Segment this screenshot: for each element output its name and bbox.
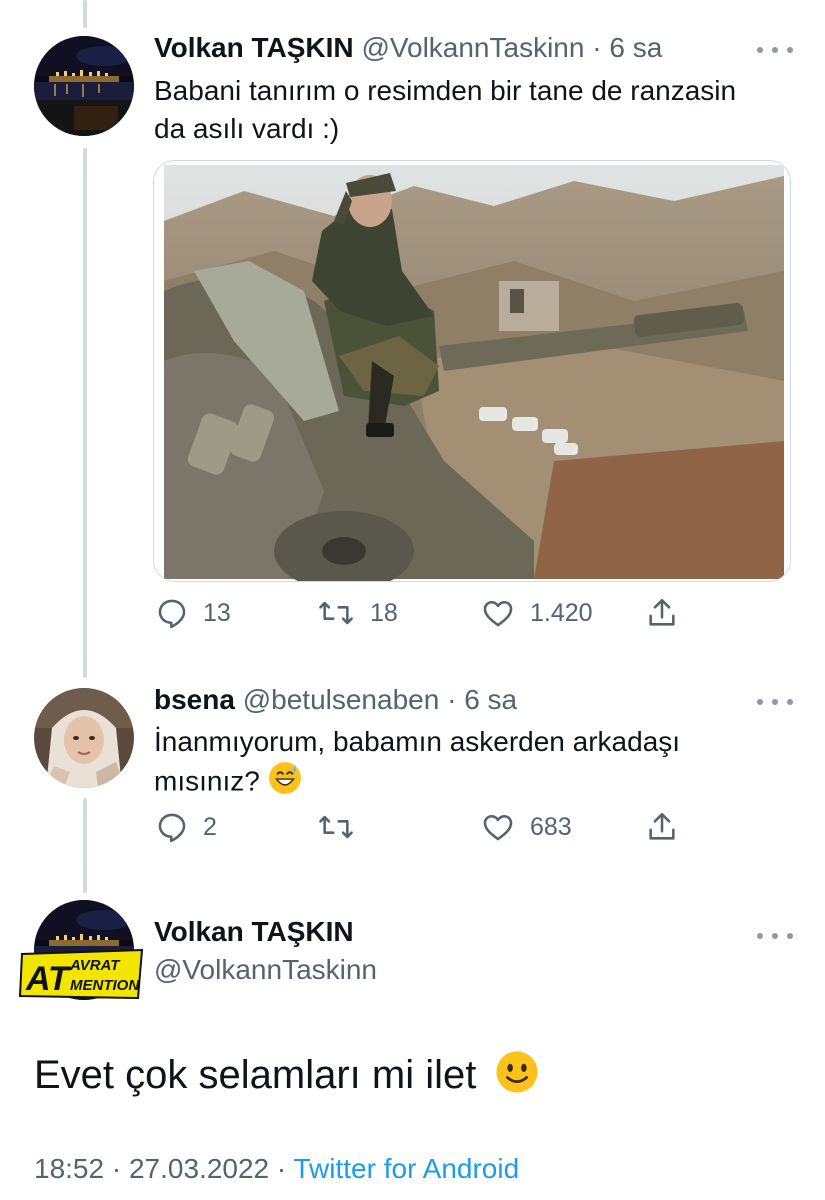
more-options-icon[interactable] [757,44,793,56]
share-icon [645,595,679,631]
tweet-time[interactable]: 18:52 [34,1153,104,1184]
share-button[interactable] [645,809,679,845]
separator: · [592,32,602,63]
tweet-header: Volkan TAŞKIN @VolkannTaskinn · 6 sa [154,32,662,64]
thread-line-2 [83,798,87,893]
tweet-photo[interactable] [153,160,791,582]
like-count: 683 [530,812,572,841]
thread-line-top [83,0,87,28]
reply-count: 2 [203,812,217,841]
reply-icon [155,596,189,630]
watermark-text: AT [25,960,72,998]
timestamp[interactable]: 6 sa [464,684,517,715]
avatar[interactable] [34,36,134,136]
tweet-text-fragment: Evet çok selamları mi ilet [34,1053,477,1098]
handle[interactable]: @betulsenaben [243,684,440,715]
retweet-button[interactable] [316,810,356,844]
grinning-sweat-emoji-icon [268,761,302,805]
retweet-icon [316,810,356,844]
like-button[interactable]: 683 [480,810,572,844]
tweet-header: bsena @betulsenaben · 6 sa [154,684,517,716]
heart-icon [480,596,516,630]
watermark-logo: AT AVRAT MENTION [18,948,146,1000]
display-name[interactable]: Volkan TAŞKIN [154,916,354,947]
reply-count: 13 [203,598,231,627]
main-tweet-text: Evet çok selamları mi ilet [34,1050,539,1105]
retweet-button[interactable]: 18 [316,596,398,630]
heart-icon [480,810,516,844]
thread-line-1 [83,148,87,678]
tweet-text: İnanmıyorum, babamın askerden arkadaşı m… [154,723,680,805]
separator: · [276,1153,287,1184]
tweet-meta: 18:52 · 27.03.2022 · Twitter for Android [34,1153,519,1185]
handle[interactable]: @VolkannTaskinn [361,32,584,63]
display-name[interactable]: bsena [154,684,235,715]
main-tweet-name: Volkan TAŞKIN [154,916,354,948]
separator: · [447,684,457,715]
tweet-date[interactable]: 27.03.2022 [129,1153,269,1184]
avatar[interactable] [34,688,134,788]
smiling-face-emoji-icon [495,1050,539,1105]
tweet-text-line: da asılı vardı :) [154,113,340,144]
separator: · [111,1153,122,1184]
main-tweet-handle: @VolkannTaskinn [154,954,377,986]
watermark-text: AVRAT [69,957,121,974]
handle[interactable]: @VolkannTaskinn [154,954,377,985]
tweet-text-line: mısınız? [154,761,680,805]
tweet-text-fragment: mısınız? [154,765,260,797]
reply-button[interactable]: 2 [155,810,217,844]
like-count: 1.420 [530,598,593,627]
more-options-icon[interactable] [757,930,793,942]
watermark-text: MENTION [70,977,140,994]
more-options-icon[interactable] [757,696,793,708]
tweet-text-line: Babani tanırım o resimden bir tane de ra… [154,75,737,106]
timestamp[interactable]: 6 sa [609,32,662,63]
share-button[interactable] [645,595,679,631]
retweet-icon [316,596,356,630]
share-icon [645,809,679,845]
retweet-count: 18 [370,598,398,627]
display-name[interactable]: Volkan TAŞKIN [154,32,354,63]
reply-icon [155,810,189,844]
like-button[interactable]: 1.420 [480,596,593,630]
reply-button[interactable]: 13 [155,596,231,630]
tweet-text-line: İnanmıyorum, babamın askerden arkadaşı [154,726,681,757]
source-link[interactable]: Twitter for Android [294,1153,520,1184]
tweet-text: Babani tanırım o resimden bir tane de ra… [154,72,736,148]
